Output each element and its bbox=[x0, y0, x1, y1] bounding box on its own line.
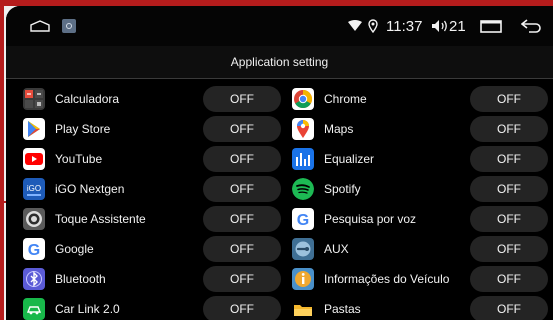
maps-icon bbox=[292, 118, 314, 140]
back-icon[interactable] bbox=[521, 19, 543, 33]
app-name: iGO Nextgen bbox=[55, 182, 125, 196]
device-casing-left bbox=[0, 0, 4, 320]
equalizer-icon bbox=[292, 148, 314, 170]
home-icon[interactable] bbox=[30, 20, 50, 32]
vehicle-info-icon bbox=[292, 268, 314, 290]
youtube-icon bbox=[23, 148, 45, 170]
svg-text:iGO: iGO bbox=[27, 184, 41, 193]
app-row-informacoes-do-veiculo: Informações do Veículo OFF bbox=[292, 266, 552, 292]
app-name: Chrome bbox=[324, 92, 367, 106]
header-bar: Application setting bbox=[6, 46, 553, 79]
head-unit-screen: 11:37 21 Application setting Calculadora… bbox=[6, 6, 553, 320]
google-icon: G bbox=[23, 238, 45, 260]
bluetooth-icon bbox=[23, 268, 45, 290]
toggle-button-chrome[interactable]: OFF bbox=[470, 86, 548, 112]
gallery-icon[interactable] bbox=[62, 19, 76, 33]
app-name: Bluetooth bbox=[55, 272, 106, 286]
app-name: Spotify bbox=[324, 182, 361, 196]
app-name: Play Store bbox=[55, 122, 111, 136]
svg-text:G: G bbox=[28, 242, 40, 259]
app-name: Google bbox=[55, 242, 94, 256]
status-bar: 11:37 21 bbox=[6, 6, 553, 46]
wifi-icon bbox=[348, 20, 362, 31]
app-name: Car Link 2.0 bbox=[55, 302, 120, 316]
toggle-button-spotify[interactable]: OFF bbox=[470, 176, 548, 202]
app-row-igo-nextgen: iGO iGO Nextgen OFF bbox=[23, 176, 285, 202]
page-title: Application setting bbox=[230, 55, 329, 69]
app-name: Toque Assistente bbox=[55, 212, 146, 226]
toggle-button-bluetooth[interactable]: OFF bbox=[203, 266, 281, 292]
folder-icon bbox=[292, 298, 314, 320]
car-link-icon bbox=[23, 298, 45, 320]
toggle-button-equalizer[interactable]: OFF bbox=[470, 146, 548, 172]
toggle-button-calculadora[interactable]: OFF bbox=[203, 86, 281, 112]
spotify-icon bbox=[292, 178, 314, 200]
toggle-button-google[interactable]: OFF bbox=[203, 236, 281, 262]
app-row-car-link: Car Link 2.0 OFF bbox=[23, 296, 285, 320]
toggle-button-informacoes-do-veiculo[interactable]: OFF bbox=[470, 266, 548, 292]
app-row-maps: Maps OFF bbox=[292, 116, 552, 142]
app-row-equalizer: Equalizer OFF bbox=[292, 146, 552, 172]
aux-icon bbox=[292, 238, 314, 260]
clock: 11:37 bbox=[386, 18, 423, 35]
toggle-button-play-store[interactable]: OFF bbox=[203, 116, 281, 142]
toggle-button-car-link[interactable]: OFF bbox=[203, 296, 281, 320]
toggle-button-igo-nextgen[interactable]: OFF bbox=[203, 176, 281, 202]
app-name: AUX bbox=[324, 242, 349, 256]
app-name: Equalizer bbox=[324, 152, 375, 166]
toggle-button-pastas[interactable]: OFF bbox=[470, 296, 548, 320]
app-row-play-store: Play Store OFF bbox=[23, 116, 285, 142]
svg-text:G: G bbox=[297, 212, 309, 229]
toggle-button-youtube[interactable]: OFF bbox=[203, 146, 281, 172]
chrome-icon bbox=[292, 88, 314, 110]
app-name: Pastas bbox=[324, 302, 361, 316]
app-name: YouTube bbox=[55, 152, 103, 166]
calculator-icon bbox=[23, 88, 45, 110]
toggle-button-pesquisa-por-voz[interactable]: OFF bbox=[470, 206, 548, 232]
toggle-button-maps[interactable]: OFF bbox=[470, 116, 548, 142]
app-row-bluetooth: Bluetooth OFF bbox=[23, 266, 285, 292]
app-name: Informações do Veículo bbox=[324, 272, 450, 286]
app-row-calculadora: Calculadora OFF bbox=[23, 86, 285, 112]
app-name: Pesquisa por voz bbox=[324, 212, 417, 226]
play-store-icon bbox=[23, 118, 45, 140]
app-row-aux: AUX OFF bbox=[292, 236, 552, 262]
assistive-touch-icon bbox=[23, 208, 45, 230]
app-row-toque-assistente: Toque Assistente OFF bbox=[23, 206, 285, 232]
app-name: Calculadora bbox=[55, 92, 120, 106]
app-row-chrome: Chrome OFF bbox=[292, 86, 552, 112]
app-row-pesquisa-por-voz: G Pesquisa por voz OFF bbox=[292, 206, 552, 232]
location-icon bbox=[368, 19, 378, 33]
window-icon[interactable] bbox=[480, 20, 502, 33]
google-voice-icon: G bbox=[292, 208, 314, 230]
volume-icon bbox=[432, 20, 447, 32]
toggle-button-aux[interactable]: OFF bbox=[470, 236, 548, 262]
volume-level: 21 bbox=[449, 18, 466, 35]
igo-icon: iGO bbox=[23, 178, 45, 200]
toggle-button-toque-assistente[interactable]: OFF bbox=[203, 206, 281, 232]
app-row-pastas: Pastas OFF bbox=[292, 296, 552, 320]
app-name: Maps bbox=[324, 122, 354, 136]
app-row-youtube: YouTube OFF bbox=[23, 146, 285, 172]
app-row-spotify: Spotify OFF bbox=[292, 176, 552, 202]
app-row-google: G Google OFF bbox=[23, 236, 285, 262]
